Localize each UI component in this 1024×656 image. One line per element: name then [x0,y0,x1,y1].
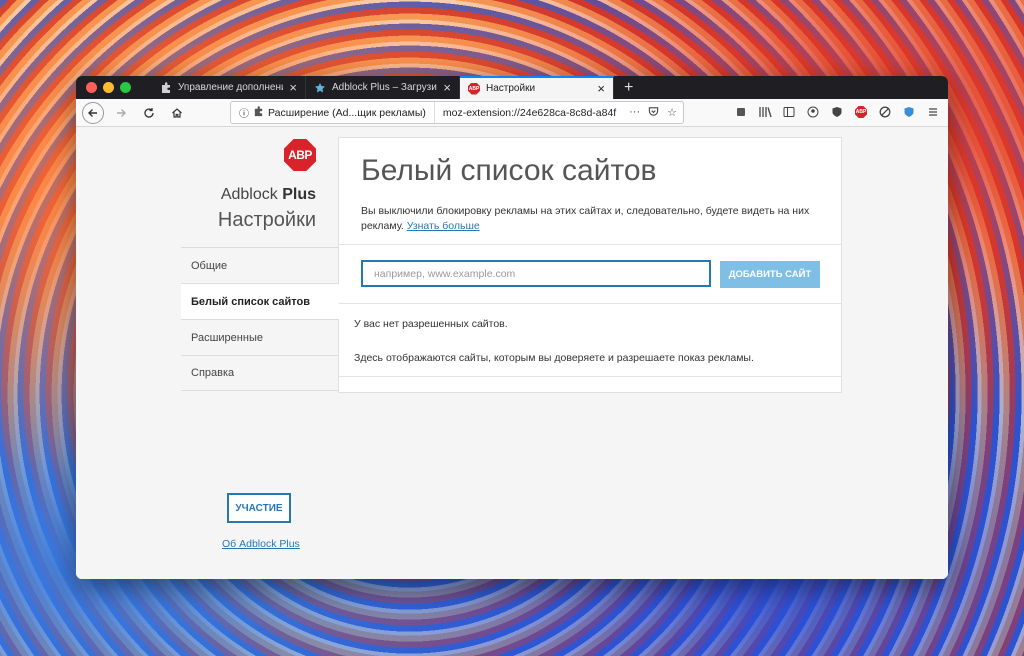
whitelist-panel: Белый список сайтов Вы выключили блокиро… [338,137,842,393]
url-bar[interactable]: ⓘ Расширение (Ad...щик рекламы) moz-exte… [230,101,684,124]
puzzle-icon [160,81,172,94]
menu-icon[interactable] [926,105,940,119]
close-window-button[interactable] [86,82,97,93]
downloads-icon[interactable] [734,105,748,119]
new-tab-button[interactable]: + [614,76,643,99]
sidebar-item-general[interactable]: Общие [181,247,338,283]
sidebar-item-help[interactable]: Справка [181,355,338,391]
site-identity[interactable]: ⓘ Расширение (Ad...щик рекламы) [231,102,435,123]
abp-logo: ABP [284,139,316,171]
extension-puzzle-icon [253,105,264,120]
url-text[interactable]: moz-extension://24e628ca-8c8d-a84f [435,107,629,119]
home-button[interactable] [166,102,188,124]
back-button[interactable] [82,101,104,124]
divider [339,303,841,304]
whitelist-domain-input[interactable]: например, www.example.com [361,260,711,287]
close-tab-icon[interactable]: × [597,82,605,95]
browser-window: Управление дополнениями × Adblock Plus –… [76,76,948,579]
whitelist-description: Вы выключили блокировку рекламы на этих … [361,204,821,234]
page-title: Белый список сайтов [361,154,657,187]
block-icon[interactable] [878,105,892,119]
abp-icon: ABP [468,82,480,95]
shield-icon[interactable] [902,105,916,119]
reload-button[interactable] [138,102,160,124]
privacy-badger-icon[interactable] [830,105,844,119]
arrow-right-icon [117,108,126,117]
divider [339,244,841,245]
minimize-window-button[interactable] [103,82,114,93]
tab-settings[interactable]: ABP Настройки × [460,76,614,99]
sidebar: ABP Adblock Plus Настройки Общие Белый с… [181,127,339,579]
arrow-left-icon [88,108,97,117]
learn-more-link[interactable]: Узнать больше [407,220,480,232]
account-icon[interactable] [806,105,820,119]
tab-strip: Управление дополнениями × Adblock Plus –… [76,76,948,99]
tab-title: Настройки [486,83,536,94]
contribute-button[interactable]: УЧАСТИЕ [227,493,291,523]
empty-list-message: У вас нет разрешенных сайтов. [354,318,508,330]
tab-title: Adblock Plus – Загрузите это р [332,82,437,93]
library-icon[interactable] [758,105,772,119]
adblock-plus-icon[interactable]: ABP [854,105,868,119]
window-controls [76,76,152,99]
home-icon [172,107,182,118]
identity-label: Расширение (Ad...щик рекламы) [268,106,426,119]
close-tab-icon[interactable]: × [289,81,297,94]
zoom-window-button[interactable] [120,82,131,93]
sidebar-item-whitelist[interactable]: Белый список сайтов [181,283,339,319]
info-icon: ⓘ [239,109,249,120]
settings-title: Настройки [217,209,316,231]
forward-button[interactable] [110,102,132,124]
add-site-button[interactable]: ДОБАВИТЬ САЙТ [720,261,820,288]
addon-icon [314,82,326,94]
close-tab-icon[interactable]: × [443,81,451,94]
tab-adblock-download[interactable]: Adblock Plus – Загрузите это р × [306,76,460,99]
bookmark-star-icon[interactable]: ☆ [667,106,677,120]
brand-name-bold: Plus [282,186,316,203]
divider [339,376,841,377]
page-actions-icon[interactable]: ··· [629,106,640,120]
sidebar-icon[interactable] [782,105,796,119]
pocket-icon[interactable] [648,106,659,120]
about-link[interactable]: Об Adblock Plus [222,538,300,550]
settings-page: ABP Adblock Plus Настройки Общие Белый с… [76,127,948,579]
brand-name-regular: Adblock [220,186,278,203]
tab-addons-manager[interactable]: Управление дополнениями × [152,76,306,99]
toolbar-right: ABP [734,105,940,119]
brand-name: Adblock Plus [221,186,316,204]
sidebar-menu: Общие Белый список сайтов Расширенные Сп… [181,247,339,391]
sidebar-item-advanced[interactable]: Расширенные [181,319,338,355]
reload-icon [144,107,154,118]
empty-list-hint: Здесь отображаются сайты, которым вы дов… [354,352,754,364]
tab-title: Управление дополнениями [178,82,283,93]
